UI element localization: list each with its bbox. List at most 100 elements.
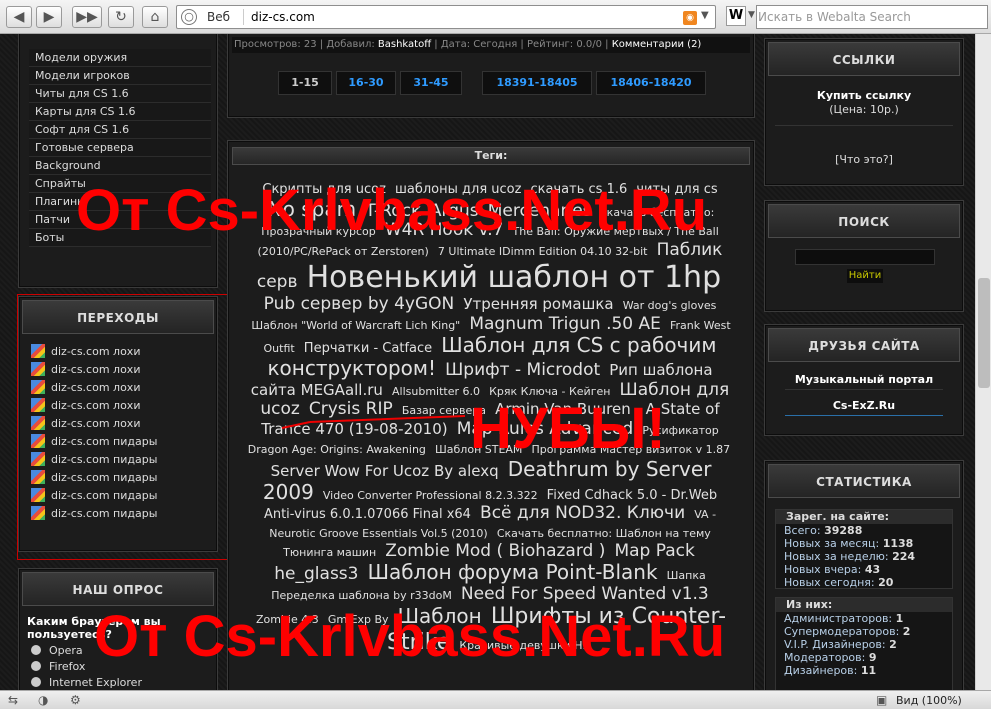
tag-link[interactable]: No spam: [268, 197, 356, 221]
page-button-current[interactable]: 1-15: [278, 71, 332, 95]
back-button[interactable]: ◀: [6, 6, 32, 28]
tag-link[interactable]: Video Converter Professional 8.2.3.322: [323, 489, 538, 502]
tag-link[interactable]: читы для cs: [636, 182, 717, 197]
links-title: ССЫЛКИ: [768, 42, 960, 76]
author-link[interactable]: Bashkatoff: [378, 39, 431, 50]
stat-row: Дизайнеров: 11: [784, 664, 877, 677]
friend-link[interactable]: Музыкальный портал: [765, 373, 963, 386]
menu-item[interactable]: Карты для CS 1.6: [29, 103, 211, 121]
tag-link[interactable]: Перчатки - Catface: [304, 341, 432, 356]
category-menu: Модели оружия Модели игроков Читы для CS…: [29, 49, 211, 247]
forward-button[interactable]: ▶: [36, 6, 62, 28]
radio-button[interactable]: [31, 661, 41, 671]
tag-link[interactable]: 7 Ultimate IDimm Edition 04.10 32-bit: [438, 245, 648, 258]
tag-link[interactable]: he_glass3: [274, 564, 358, 584]
friend-link[interactable]: Cs-ExZ.Ru: [765, 399, 963, 412]
tag-link[interactable]: шаблоны для ucoz: [395, 182, 521, 197]
tag-link[interactable]: Map Pack: [614, 541, 694, 561]
roles-box: Из них: Администраторов: 1 Супермодерато…: [775, 597, 953, 690]
tag-link[interactable]: Gm Exp By: [328, 613, 389, 627]
poll-option[interactable]: Opera: [31, 643, 142, 659]
menu-item[interactable]: Модели игроков: [29, 67, 211, 85]
settings-icon[interactable]: ⚙: [70, 693, 81, 707]
tag-link[interactable]: Всё для NOD32. Ключи: [480, 503, 685, 523]
poll-option[interactable]: Firefox: [31, 659, 142, 675]
page-button[interactable]: 18391-18405: [482, 71, 592, 95]
zoom-control[interactable]: Вид (100%): [896, 694, 962, 707]
poll-option[interactable]: Internet Explorer: [31, 675, 142, 690]
menu-item[interactable]: Background: [29, 157, 211, 175]
search-field[interactable]: [756, 5, 988, 29]
menu-item[interactable]: Плагины: [29, 193, 211, 211]
tag-link[interactable]: Кряк Ключа - Кейген: [489, 385, 610, 398]
rss-icon[interactable]: ◉: [683, 11, 697, 25]
tag-link[interactable]: Mercenaries: [488, 201, 592, 221]
tag-link[interactable]: Шаблон форума Point-Blank: [368, 560, 658, 584]
tag-link[interactable]: Шрифт - Microdot: [445, 360, 600, 380]
address-bar[interactable]: ○ Веб diz-cs.com ◉ ▼: [176, 5, 716, 29]
tag-link[interactable]: Zombie 4.3: [256, 613, 319, 627]
tag-link[interactable]: Программа Мастер визиток v 1.87: [532, 443, 731, 457]
search-input[interactable]: [758, 7, 986, 27]
tag-link[interactable]: Need For Speed Wanted v1.3: [461, 584, 709, 604]
tag-link[interactable]: скачать cs 1.6: [531, 182, 628, 197]
what-is-this-link[interactable]: [Что это?]: [765, 153, 963, 166]
globe-icon: ○: [181, 9, 197, 25]
menu-item[interactable]: Боты: [29, 229, 211, 247]
search-title: ПОИСК: [768, 204, 960, 238]
menu-item[interactable]: Модели оружия: [29, 49, 211, 67]
tag-link[interactable]: Argus: [430, 201, 479, 221]
tag-link[interactable]: Magnum Trigun .50 AE: [469, 314, 661, 334]
page-button[interactable]: 31-45: [400, 71, 462, 95]
tag-link[interactable]: Allsubmitter 6.0: [392, 385, 480, 398]
tag-link[interactable]: T-Rock: [365, 201, 421, 221]
home-icon: ⌂: [150, 9, 160, 25]
registered-heading: Зарег. на сайте:: [776, 510, 952, 524]
menu-block: Модели оружия Модели игроков Читы для CS…: [18, 34, 218, 288]
radio-button[interactable]: [31, 677, 41, 687]
vertical-scrollbar[interactable]: [975, 34, 991, 690]
tag-link[interactable]: Zombie Mod ( Biohazard ): [385, 541, 605, 561]
webalta-icon[interactable]: W: [726, 6, 746, 26]
tag-link[interactable]: Шаблон "World of Warcraft Lich King": [251, 319, 460, 332]
tag-link[interactable]: Скрипты для ucoz: [262, 182, 386, 197]
tag-link[interactable]: Map Rules Advanced: [457, 419, 634, 439]
tag-link[interactable]: War dog's gloves: [623, 299, 717, 312]
chevron-down-icon[interactable]: ▼: [748, 10, 755, 20]
page-button[interactable]: 16-30: [336, 71, 396, 95]
network-icon[interactable]: ◑: [38, 693, 48, 707]
tag-link[interactable]: Новенький шаблон от 1hp: [307, 260, 722, 295]
menu-item[interactable]: Софт для CS 1.6: [29, 121, 211, 139]
menu-item[interactable]: Читы для CS 1.6: [29, 85, 211, 103]
menu-item[interactable]: Патчи: [29, 211, 211, 229]
tag-link[interactable]: Шаблон: [398, 604, 482, 628]
search-submit-button[interactable]: Найти: [847, 269, 883, 283]
tag-link[interactable]: Server Wow For Ucoz By alexq: [271, 462, 499, 480]
fast-forward-button[interactable]: ▶▶: [72, 6, 102, 28]
red-highlight-frame: [17, 294, 236, 560]
menu-item[interactable]: Готовые сервера: [29, 139, 211, 157]
tag-link[interactable]: Красивые девушки HD: [459, 639, 591, 652]
page-button[interactable]: 18406-18420: [596, 71, 706, 95]
comments-link[interactable]: Комментарии (2): [612, 39, 702, 50]
sync-icon[interactable]: ⇆: [8, 693, 18, 707]
tag-link[interactable]: Шапка: [667, 569, 706, 582]
tag-link[interactable]: Переделка шаблона by r33doM: [271, 589, 452, 602]
reload-button[interactable]: ↻: [108, 6, 134, 28]
arrow-right-icon: ▶: [43, 9, 55, 25]
menu-item[interactable]: Спрайты: [29, 175, 211, 193]
tag-link[interactable]: W4R Hook v.7: [385, 220, 504, 241]
tag-link[interactable]: Утренняя ромашка: [463, 295, 613, 313]
stat-row: Модераторов: 9: [784, 651, 877, 664]
tag-link[interactable]: Pub сервер by 4yGON: [264, 294, 455, 314]
url-text[interactable]: diz-cs.com: [251, 10, 315, 24]
stat-row: Новых сегодня: 20: [784, 576, 894, 589]
chevron-down-icon[interactable]: ▼: [701, 10, 709, 21]
home-button[interactable]: ⌂: [142, 6, 168, 28]
tag-link[interactable]: Шаблон STEAM: [435, 443, 522, 457]
buy-link[interactable]: Купить ссылку: [765, 89, 963, 102]
site-search-input[interactable]: [795, 249, 935, 265]
scrollbar-thumb[interactable]: [978, 278, 990, 388]
radio-button[interactable]: [31, 645, 41, 655]
stat-row: Новых вчера: 43: [784, 563, 881, 576]
